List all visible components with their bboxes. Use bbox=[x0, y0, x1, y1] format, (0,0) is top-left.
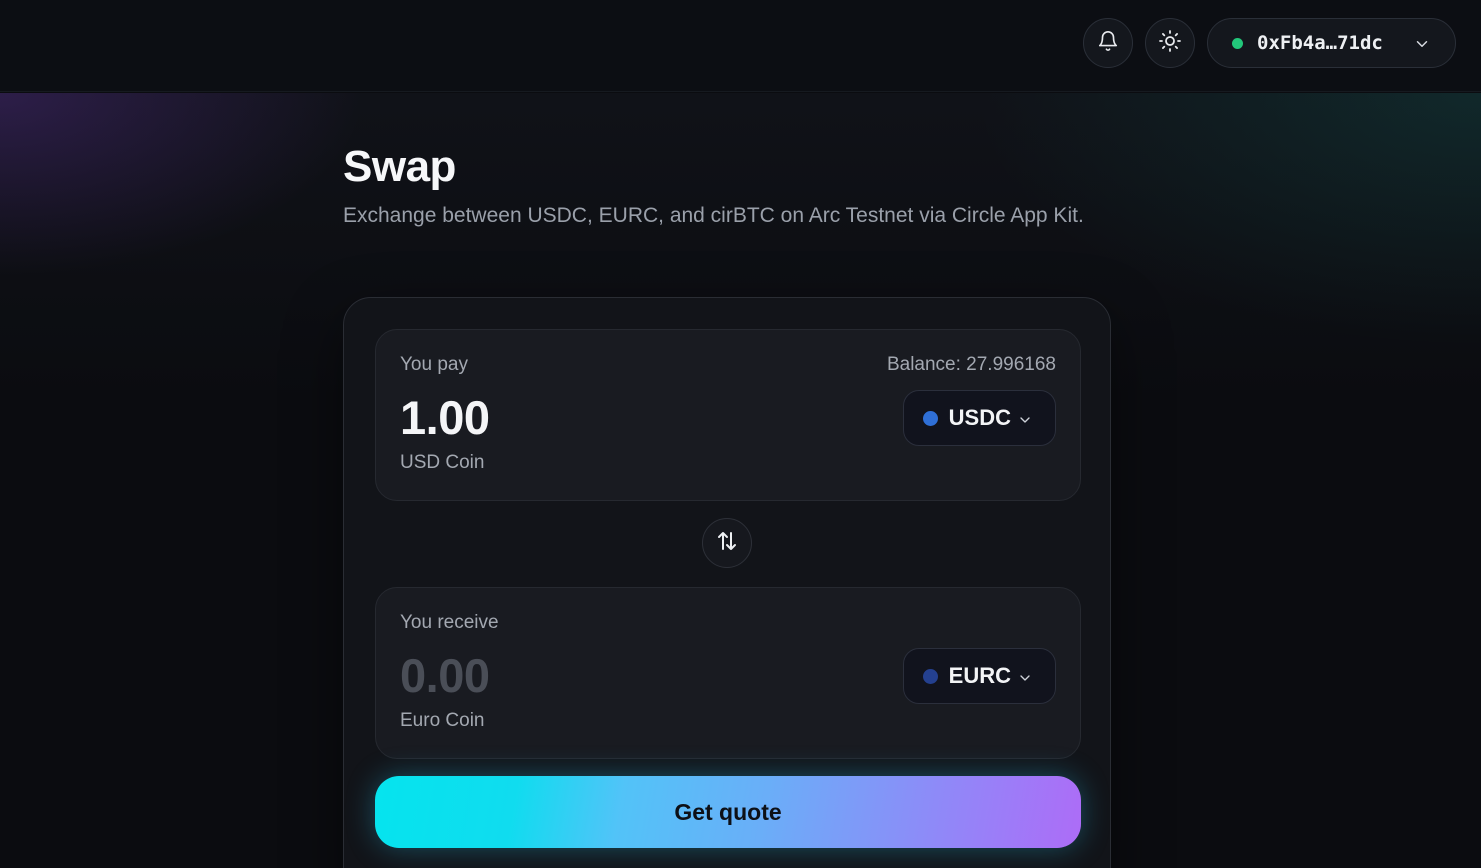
wallet-menu-button[interactable]: 0xFb4a…71dc bbox=[1207, 18, 1456, 68]
pay-token-selector[interactable]: USDC bbox=[902, 390, 1056, 446]
eurc-token-icon bbox=[922, 668, 938, 684]
swap-direction-button[interactable] bbox=[702, 518, 752, 568]
chevron-down-icon bbox=[1413, 35, 1431, 58]
chevron-down-icon bbox=[1017, 412, 1033, 433]
pay-coin-name: USD Coin bbox=[400, 452, 485, 473]
chevron-down-icon bbox=[1017, 670, 1033, 691]
page-title: Swap bbox=[343, 142, 456, 191]
page-subtitle: Exchange between USDC, EURC, and cirBTC … bbox=[343, 204, 1084, 227]
pay-amount-input[interactable]: 1.00 bbox=[400, 390, 490, 445]
receive-token-symbol: EURC bbox=[948, 663, 1011, 688]
pay-balance: Balance: 27.996168 bbox=[886, 354, 1056, 375]
receive-amount: 0.00 bbox=[400, 649, 490, 702]
receive-coin-name: Euro Coin bbox=[400, 710, 485, 731]
theme-toggle-button[interactable] bbox=[1145, 18, 1195, 68]
receive-label: You receive bbox=[400, 612, 499, 633]
sun-icon bbox=[1158, 29, 1182, 58]
pay-token-symbol: USDC bbox=[948, 405, 1011, 430]
get-quote-button[interactable]: Get quote bbox=[375, 776, 1081, 848]
receive-panel: You receive 0.00 Euro Coin EURC bbox=[375, 587, 1081, 759]
bell-icon bbox=[1097, 30, 1119, 57]
notifications-button[interactable] bbox=[1083, 18, 1133, 68]
swap-arrows-icon bbox=[715, 529, 739, 558]
pay-panel: You pay Balance: 27.996168 1.00 USD Coin… bbox=[375, 329, 1081, 501]
swap-card: You pay Balance: 27.996168 1.00 USD Coin… bbox=[343, 297, 1111, 868]
wallet-address: 0xFb4a…71dc bbox=[1257, 32, 1383, 54]
pay-label: You pay bbox=[400, 354, 468, 375]
usdc-token-icon bbox=[922, 410, 938, 426]
receive-token-selector[interactable]: EURC bbox=[902, 648, 1056, 704]
wallet-status-dot bbox=[1232, 37, 1243, 49]
